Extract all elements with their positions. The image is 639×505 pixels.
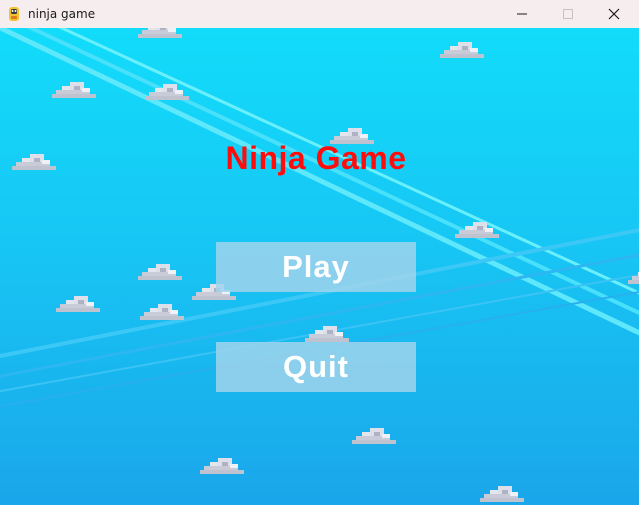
window-title: ninja game — [28, 7, 96, 21]
quit-button[interactable]: Quit — [216, 342, 416, 392]
close-button[interactable] — [591, 0, 637, 28]
game-window: ninja game Ninja Game Play Quit — [0, 0, 639, 505]
play-button[interactable]: Play — [216, 242, 416, 292]
maximize-button[interactable] — [545, 0, 591, 28]
maximize-icon — [563, 9, 573, 19]
window-titlebar[interactable]: ninja game — [0, 0, 639, 28]
game-title: Ninja Game — [225, 140, 407, 176]
minimize-icon — [517, 13, 527, 15]
game-canvas: Ninja Game Play Quit — [0, 28, 639, 505]
close-icon — [608, 8, 620, 20]
python-icon — [6, 6, 22, 22]
minimize-button[interactable] — [499, 0, 545, 28]
